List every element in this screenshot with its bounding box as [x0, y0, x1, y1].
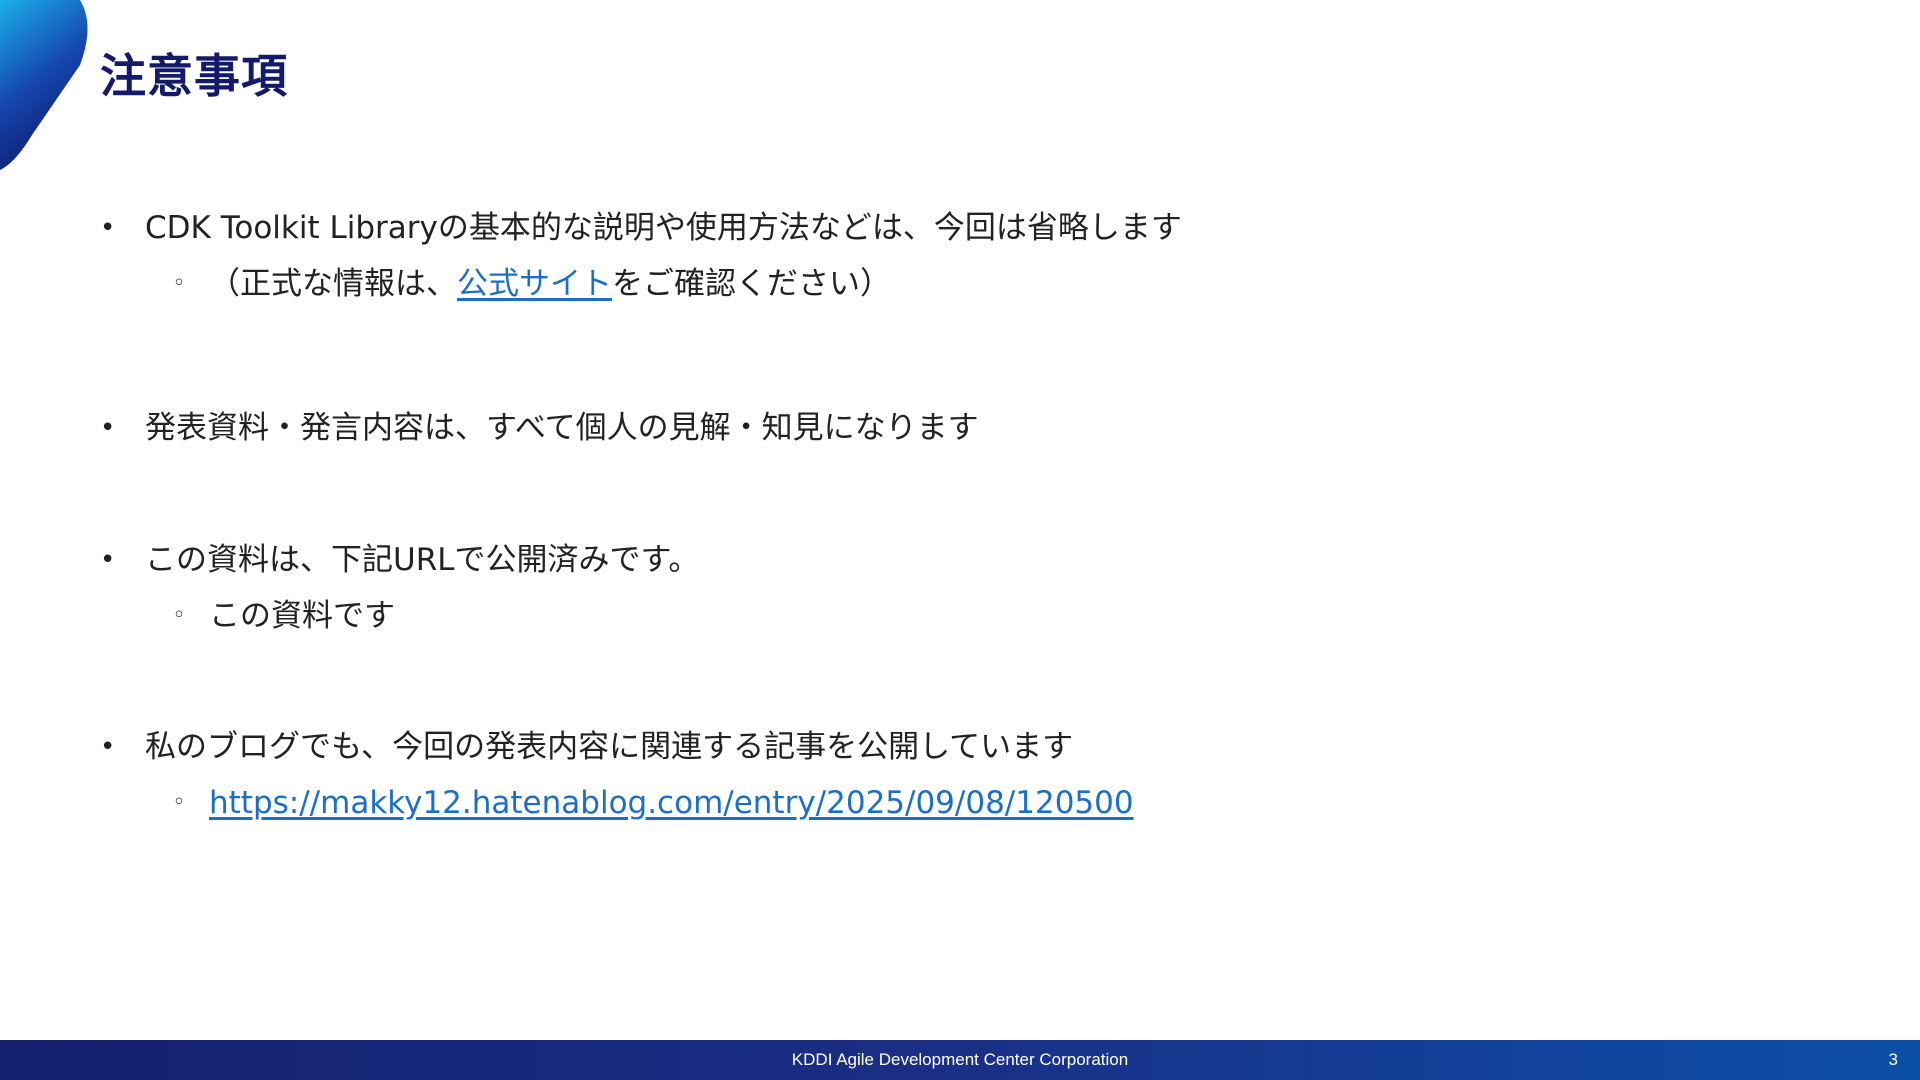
blog-url-link[interactable]: https://makky12.hatenablog.com/entry/202…	[209, 778, 1134, 828]
list-item-text: 発表資料・発言内容は、すべて個人の見解・知見になります	[145, 410, 979, 446]
bullet-marker: •	[100, 213, 116, 243]
list-item-text: この資料は、下記URLで公開済みです。	[145, 542, 700, 578]
page-number: 3	[1888, 1050, 1898, 1069]
sub-bullet-marker: ◦	[172, 790, 186, 815]
sub-list-item-text: （正式な情報は、公式サイトをご確認ください）	[209, 259, 891, 309]
sub-text-suffix: をご確認ください）	[612, 266, 891, 302]
slide-title: 注意事項	[100, 49, 288, 103]
bullet-marker: •	[100, 545, 116, 575]
footer-bar: KDDI Agile Development Center Corporatio…	[0, 1040, 1920, 1080]
corner-decoration	[0, 0, 88, 170]
bullet-marker: •	[100, 413, 116, 443]
sub-bullet-marker: ◦	[172, 271, 186, 296]
sub-list-item-text: この資料です	[209, 598, 395, 634]
official-site-link[interactable]: 公式サイト	[457, 266, 612, 302]
bullet-marker: •	[100, 732, 116, 762]
list-item-text: CDK Toolkit Libraryの基本的な説明や使用方法などは、今回は省略…	[145, 210, 1182, 246]
sub-bullet-marker: ◦	[172, 603, 186, 628]
sub-text-prefix: （正式な情報は、	[209, 266, 457, 302]
list-item-text: 私のブログでも、今回の発表内容に関連する記事を公開しています	[145, 729, 1074, 765]
footer-company-name: KDDI Agile Development Center Corporatio…	[791, 1050, 1129, 1069]
